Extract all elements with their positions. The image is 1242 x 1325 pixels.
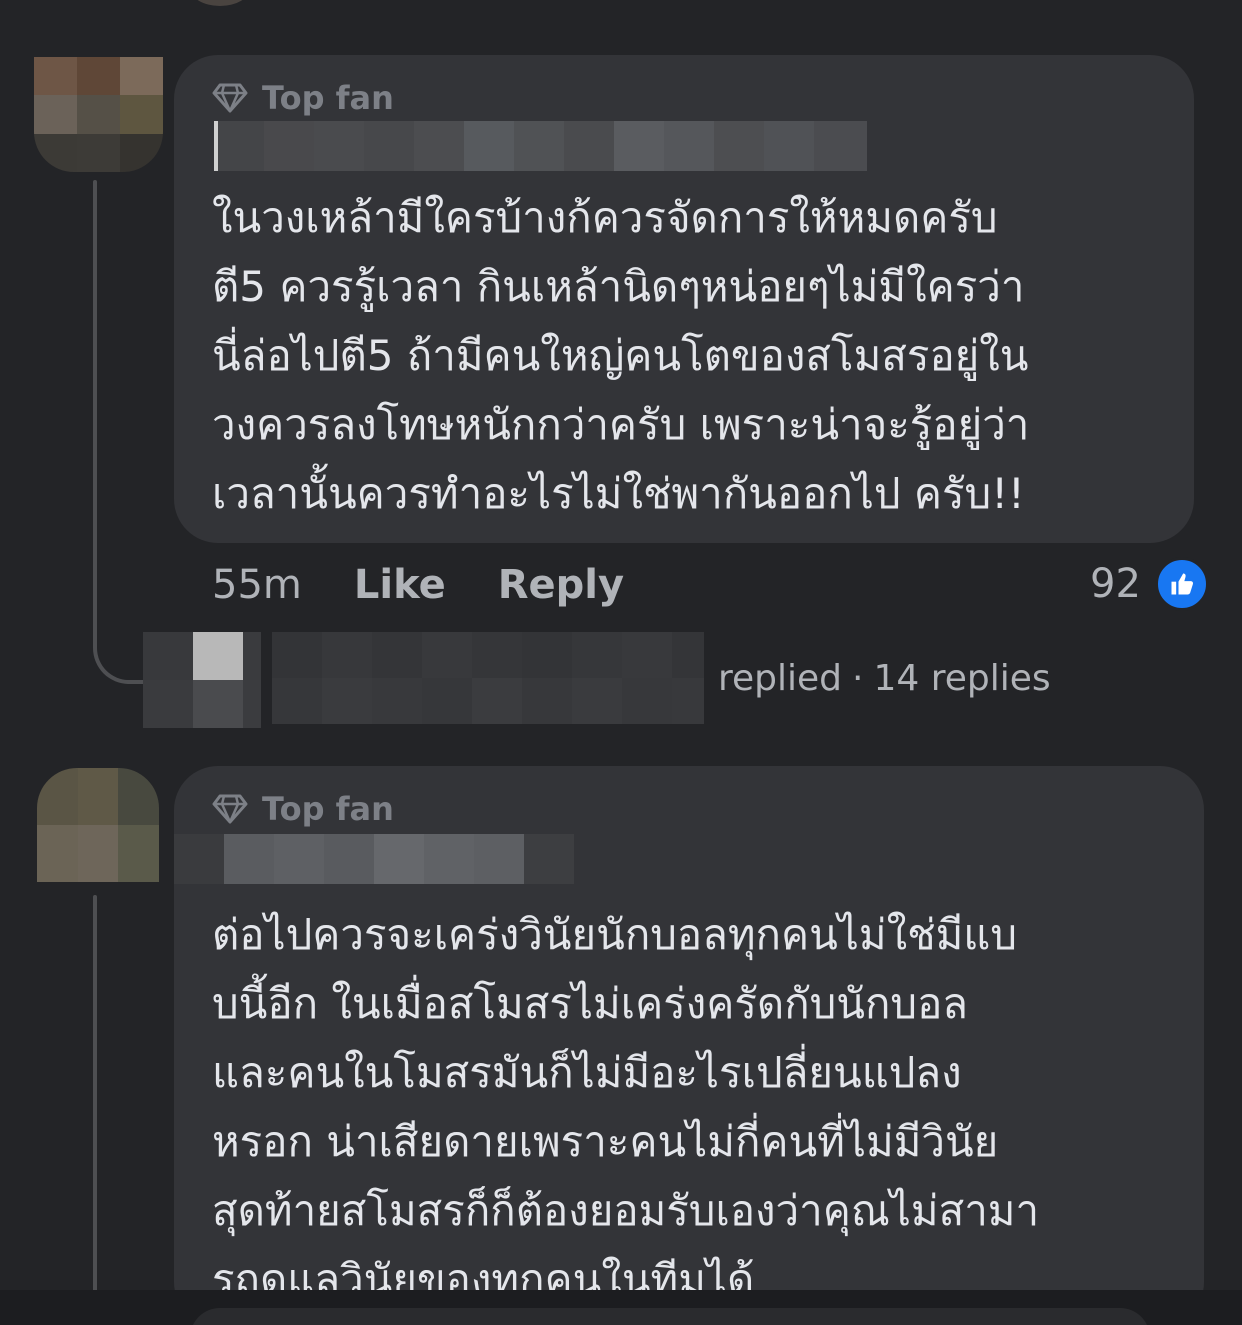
thumbs-up-icon — [1154, 557, 1209, 611]
commenter-avatar[interactable] — [34, 57, 163, 172]
comment-text: ต่อไปควรจะเคร่งวินัยนักบอลทุกคนไม่ใช่มีแ… — [212, 910, 1040, 1304]
replies-count: 14 replies — [873, 657, 1051, 699]
thread-connector — [93, 610, 149, 684]
replied-label: replied — [718, 657, 843, 699]
badge-label: Top fan — [262, 790, 394, 828]
comment-actions: 55m Like Reply — [212, 560, 676, 610]
top-fan-badge: Top fan — [212, 790, 394, 828]
thread-line — [93, 895, 97, 1295]
thread-line — [93, 180, 97, 620]
next-comment-bubble[interactable] — [190, 1308, 1150, 1325]
like-button[interactable]: Like — [354, 562, 446, 608]
comment-timestamp[interactable]: 55m — [212, 562, 302, 608]
view-replies-link[interactable]: replied · 14 replies — [272, 632, 1051, 724]
badge-label: Top fan — [262, 79, 394, 117]
comment-text: ในวงเหล้ามีใครบ้างก้ควรจัดการให้หมดครับ … — [212, 193, 1030, 518]
replier-avatar[interactable] — [143, 632, 261, 728]
reaction-count: 92 — [1090, 561, 1141, 607]
replier-name-redacted — [272, 632, 704, 724]
reaction-summary[interactable]: 92 — [1090, 557, 1209, 611]
commenter-avatar[interactable] — [37, 768, 159, 882]
top-fan-badge: Top fan — [212, 79, 394, 117]
commenter-name-redacted[interactable] — [214, 121, 867, 171]
comments-feed: Top fan ในวงเหล้ามีใครบ้างก้ควรจัดการให้… — [0, 0, 1242, 1325]
separator-dot: · — [852, 657, 864, 699]
reply-button[interactable]: Reply — [498, 562, 624, 608]
diamond-icon — [212, 794, 248, 824]
previous-comment-avatar[interactable] — [190, 0, 250, 6]
commenter-name-redacted[interactable] — [174, 834, 574, 884]
comment-bubble[interactable]: Top fan ต่อไปควรจะเคร่งวินัยนักบอลทุกคนไ… — [174, 766, 1204, 1325]
diamond-icon — [212, 83, 248, 113]
comment-bubble[interactable]: Top fan ในวงเหล้ามีใครบ้างก้ควรจัดการให้… — [174, 55, 1194, 543]
